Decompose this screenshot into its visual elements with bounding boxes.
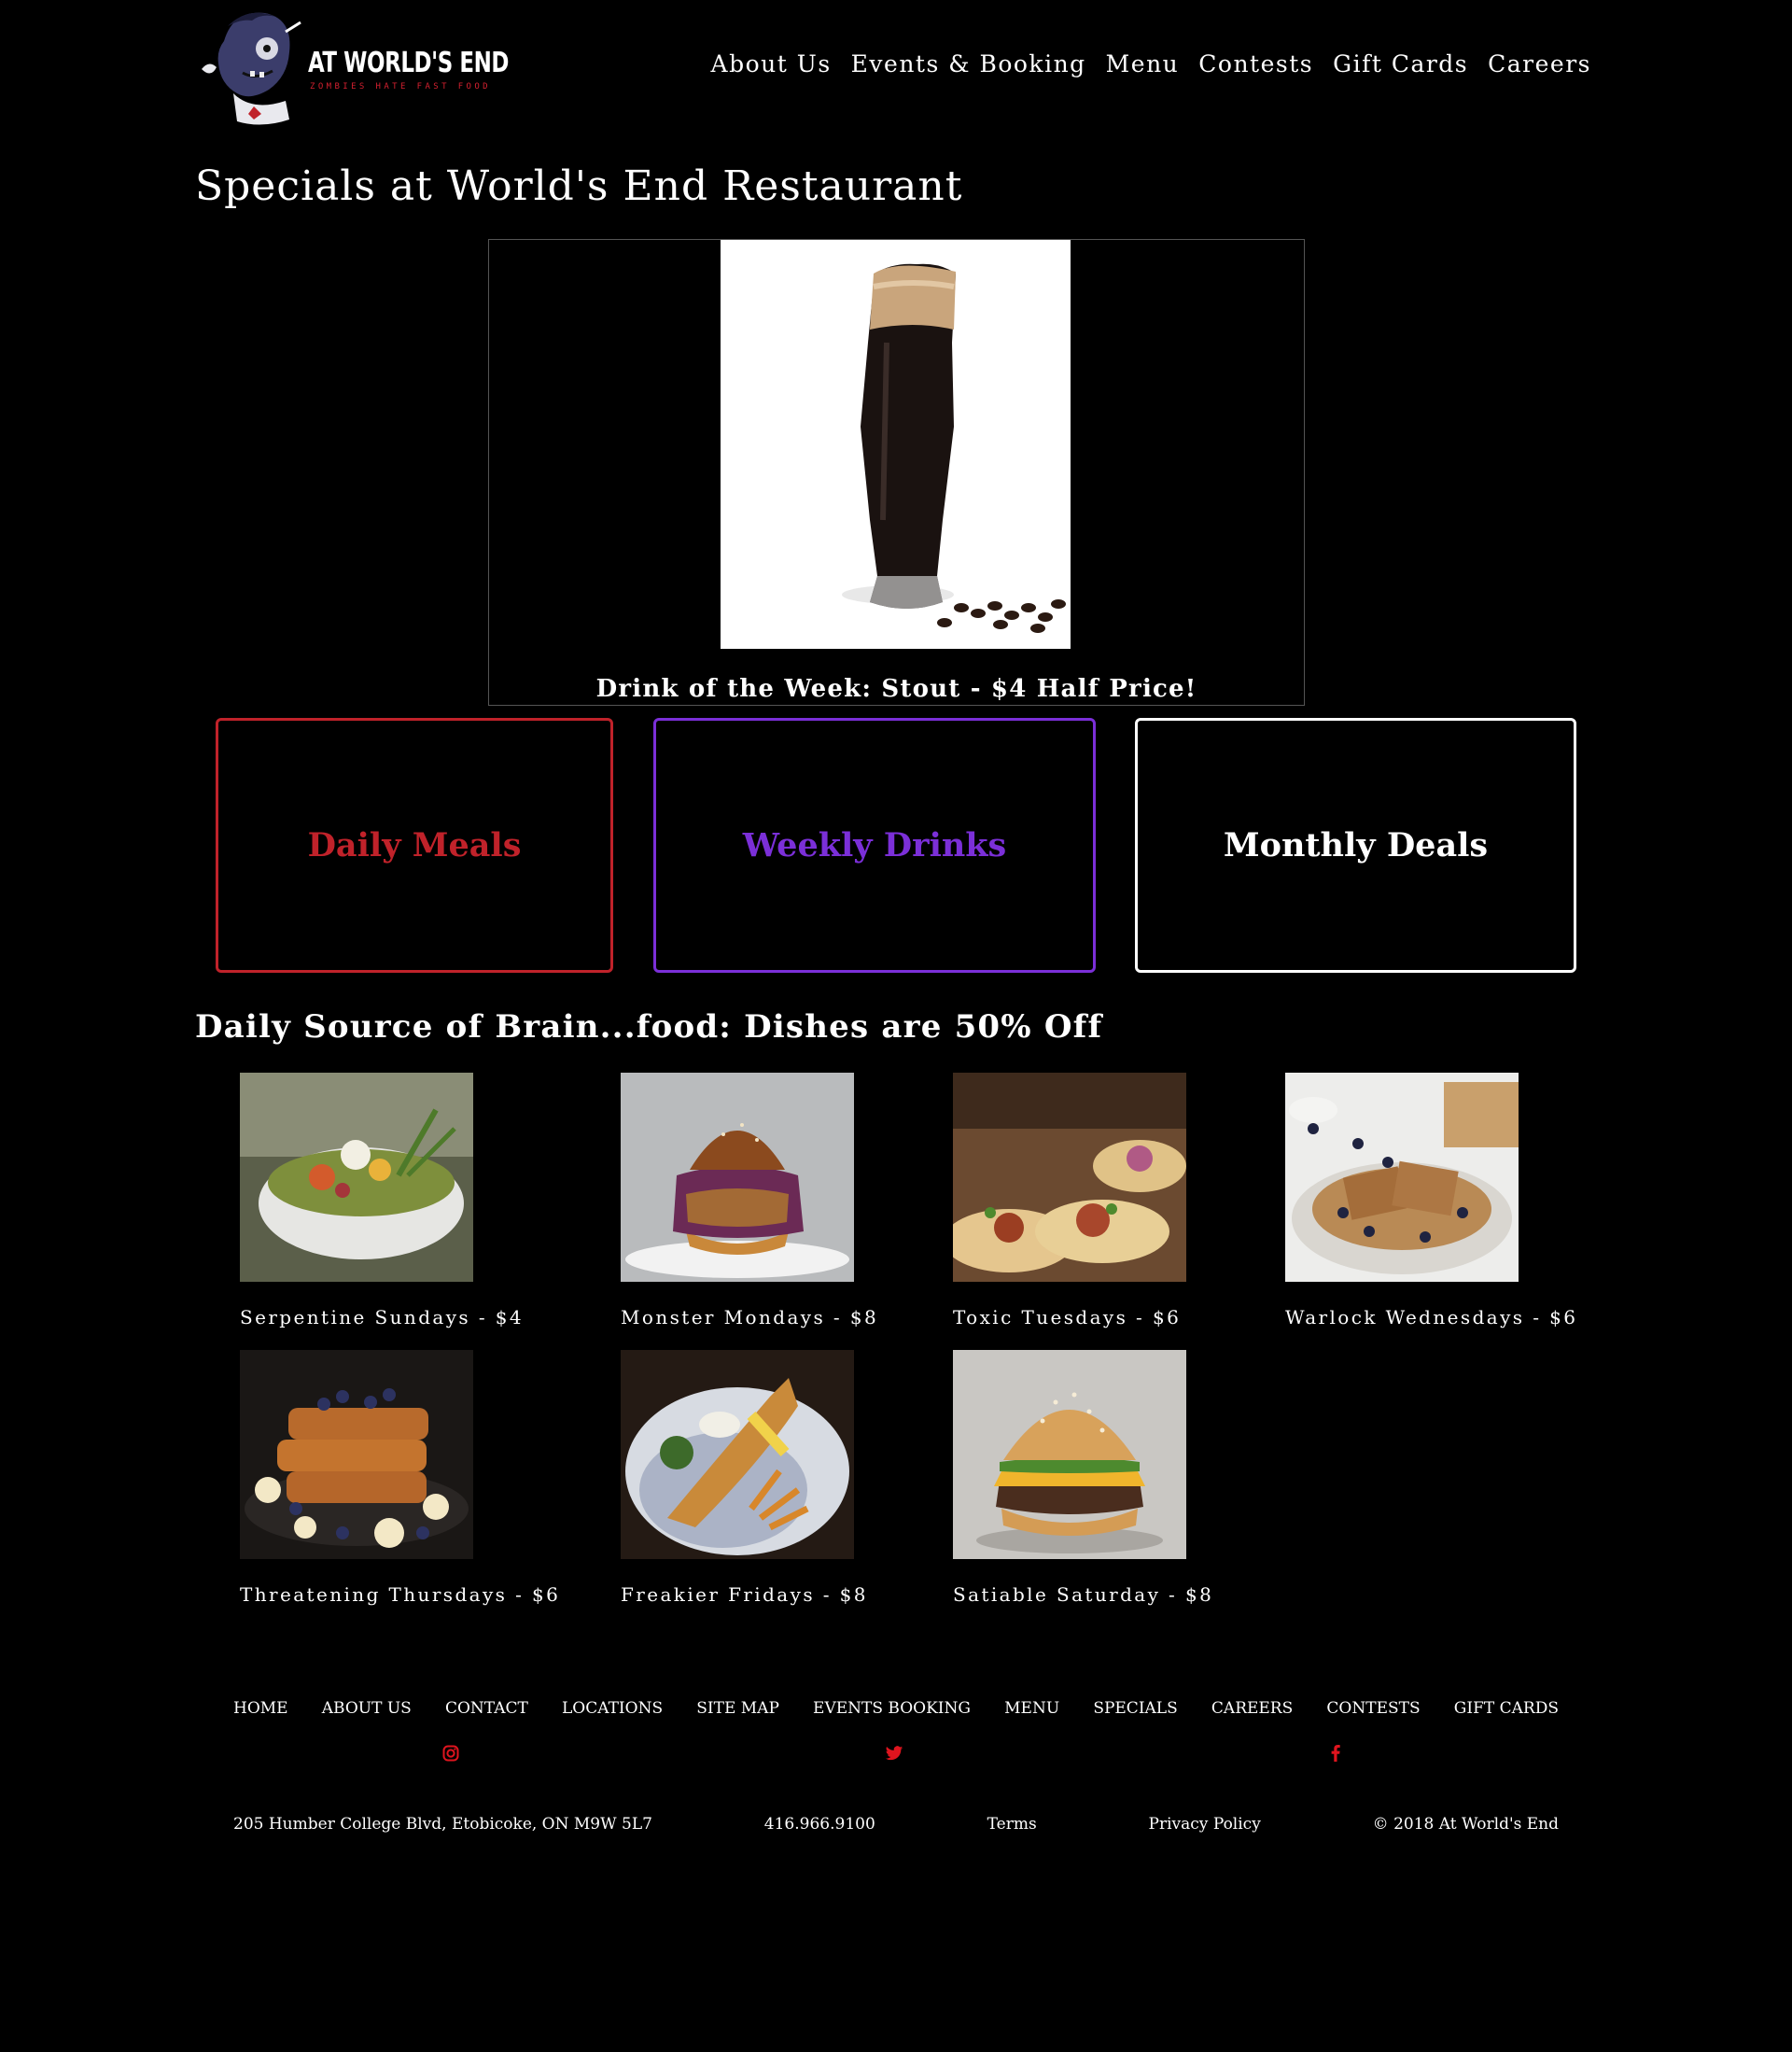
nav-contests[interactable]: Contests — [1198, 50, 1313, 77]
nav-events-booking[interactable]: Events & Booking — [851, 50, 1086, 77]
footer-link-careers[interactable]: CAREERS — [1211, 1699, 1293, 1718]
dish-label: Warlock Wednesdays - $6 — [1285, 1306, 1578, 1328]
footer-nav: HOME ABOUT US CONTACT LOCATIONS SITE MAP… — [233, 1699, 1559, 1718]
brand-tagline: ZOMBIES HATE FAST FOOD — [310, 82, 492, 91]
footer-link-events-booking[interactable]: EVENTS BOOKING — [813, 1699, 971, 1718]
fish-and-chips-image — [621, 1350, 854, 1559]
nav-gift-cards[interactable]: Gift Cards — [1333, 50, 1468, 77]
dish-label: Satiable Saturday - $8 — [953, 1583, 1214, 1606]
footer-link-specials[interactable]: SPECIALS — [1093, 1699, 1177, 1718]
footer-link-gift-cards[interactable]: GIFT CARDS — [1454, 1699, 1559, 1718]
weekly-drinks-label: Weekly Drinks — [742, 826, 1007, 864]
nav-menu[interactable]: Menu — [1106, 50, 1180, 77]
facebook-icon[interactable] — [1324, 1742, 1347, 1764]
brand-logo[interactable]: AT WORLD'S END ZOMBIES HATE FAST FOOD — [196, 4, 509, 129]
footer-link-menu[interactable]: MENU — [1004, 1699, 1059, 1718]
zombie-mascot-icon — [202, 12, 301, 125]
daily-section-title: Daily Source of Brain...food: Dishes are… — [195, 1008, 1103, 1046]
dish-card: Monster Mondays - $8 — [621, 1073, 901, 1328]
monthly-deals-button[interactable]: Monthly Deals — [1135, 718, 1576, 973]
daily-meals-button[interactable]: Daily Meals — [216, 718, 613, 973]
brand-name: AT WORLD'S END — [308, 47, 510, 79]
main-nav: About Us Events & Booking Menu Contests … — [692, 50, 1591, 77]
footer-privacy-link[interactable]: Privacy Policy — [1149, 1815, 1261, 1834]
salad-image — [240, 1073, 473, 1282]
dish-label: Serpentine Sundays - $4 — [240, 1306, 524, 1328]
footer-link-about-us[interactable]: ABOUT US — [322, 1699, 412, 1718]
dish-label: Freakier Fridays - $8 — [621, 1583, 868, 1606]
footer-link-contests[interactable]: CONTESTS — [1326, 1699, 1420, 1718]
footer-phone[interactable]: 416.966.9100 — [764, 1815, 875, 1834]
pulled-chicken-burger-image — [621, 1073, 854, 1282]
site-header: AT WORLD'S END ZOMBIES HATE FAST FOOD Ab… — [0, 0, 1792, 140]
dish-card: Satiable Saturday - $8 — [953, 1350, 1233, 1606]
nav-about-us[interactable]: About Us — [711, 50, 832, 77]
footer-address: 205 Humber College Blvd, Etobicoke, ON M… — [233, 1815, 652, 1834]
twitter-icon[interactable] — [883, 1742, 905, 1764]
drink-of-week-feature: Drink of the Week: Stout - $4 Half Price… — [488, 239, 1305, 706]
french-toast-image — [240, 1350, 473, 1559]
cheeseburger-image — [953, 1350, 1186, 1559]
footer-link-locations[interactable]: LOCATIONS — [562, 1699, 663, 1718]
footer-link-site-map[interactable]: SITE MAP — [696, 1699, 779, 1718]
footer-terms-link[interactable]: Terms — [987, 1815, 1037, 1834]
page-title: Specials at World's End Restaurant — [195, 162, 963, 210]
footer-info: 205 Humber College Blvd, Etobicoke, ON M… — [233, 1815, 1559, 1834]
dish-card: Threatening Thursdays - $6 — [240, 1350, 561, 1606]
dish-card: Freakier Fridays - $8 — [621, 1350, 901, 1606]
dish-card: Serpentine Sundays - $4 — [240, 1073, 524, 1328]
feature-caption: Drink of the Week: Stout - $4 Half Price… — [595, 675, 1197, 703]
weekly-drinks-button[interactable]: Weekly Drinks — [653, 718, 1096, 973]
nav-careers[interactable]: Careers — [1488, 50, 1591, 77]
daily-meals-label: Daily Meals — [307, 826, 522, 864]
dish-card: Toxic Tuesdays - $6 — [953, 1073, 1233, 1328]
dish-card: Warlock Wednesdays - $6 — [1285, 1073, 1578, 1328]
instagram-icon[interactable] — [440, 1742, 462, 1764]
dish-label: Toxic Tuesdays - $6 — [953, 1306, 1182, 1328]
dish-label: Monster Mondays - $8 — [621, 1306, 879, 1328]
footer-copyright: © 2018 At World's End — [1372, 1815, 1559, 1834]
footer-link-home[interactable]: HOME — [233, 1699, 288, 1718]
dish-label: Threatening Thursdays - $6 — [240, 1583, 561, 1606]
stout-glass-image — [721, 240, 1071, 649]
waffles-image — [1285, 1073, 1519, 1282]
footer-link-contact[interactable]: CONTACT — [445, 1699, 528, 1718]
tacos-image — [953, 1073, 1186, 1282]
monthly-deals-label: Monthly Deals — [1223, 826, 1489, 864]
